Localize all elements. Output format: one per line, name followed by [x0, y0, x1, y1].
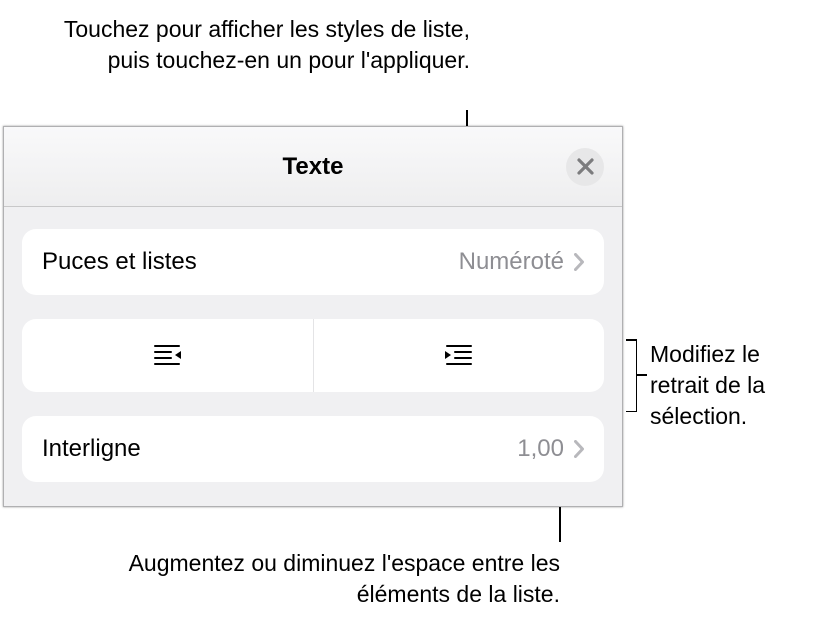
line-spacing-row[interactable]: Interligne 1,00	[22, 416, 604, 482]
increase-indent-icon	[443, 343, 475, 369]
text-format-panel: Texte Puces et listes Numéroté	[3, 126, 623, 507]
panel-header: Texte	[4, 127, 622, 207]
indent-controls	[22, 319, 604, 392]
callout-bracket	[626, 339, 640, 412]
line-spacing-value: 1,00	[517, 435, 564, 463]
panel-body: Puces et listes Numéroté	[4, 207, 622, 482]
chevron-right-icon	[574, 440, 584, 458]
callout-indent: Modifiez le retrait de la sélection.	[650, 339, 810, 432]
callout-spacing: Augmentez ou diminuez l'espace entre les…	[115, 548, 560, 610]
callout-list-styles: Touchez pour afficher les styles de list…	[60, 14, 470, 76]
bullets-and-lists-row[interactable]: Puces et listes Numéroté	[22, 229, 604, 295]
bullets-label: Puces et listes	[42, 248, 459, 276]
panel-title: Texte	[283, 153, 344, 181]
chevron-right-icon	[574, 253, 584, 271]
close-icon	[577, 158, 594, 175]
close-button[interactable]	[566, 148, 604, 186]
increase-indent-button[interactable]	[313, 319, 605, 392]
decrease-indent-button[interactable]	[22, 319, 313, 392]
line-spacing-label: Interligne	[42, 435, 517, 463]
bullets-value: Numéroté	[459, 248, 564, 276]
decrease-indent-icon	[151, 343, 183, 369]
